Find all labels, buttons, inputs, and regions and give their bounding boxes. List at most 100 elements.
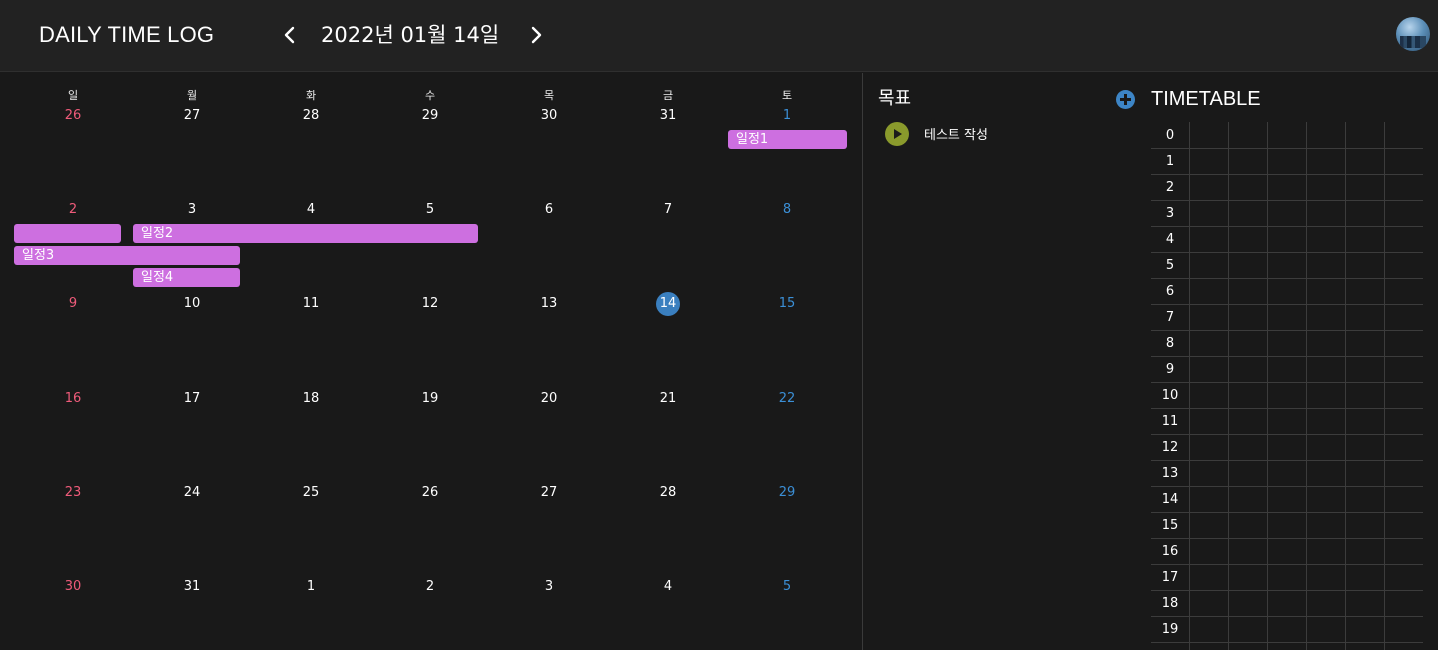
calendar-day[interactable]: 18: [291, 390, 331, 408]
calendar-day[interactable]: 2: [410, 578, 450, 596]
calendar-day[interactable]: 28: [291, 107, 331, 125]
timetable-hour-label: 7: [1165, 310, 1175, 325]
chevron-left-icon: [278, 20, 302, 50]
calendar-day[interactable]: 10: [172, 295, 212, 313]
today-date[interactable]: 14: [656, 292, 680, 316]
calendar-day[interactable]: 11: [291, 295, 331, 313]
calendar-day[interactable]: 28: [648, 484, 688, 502]
weekday-label: 토: [781, 89, 793, 102]
calendar-day[interactable]: 5: [410, 201, 450, 219]
timetable-hour-label: 11: [1161, 414, 1179, 429]
chevron-right-icon: [524, 20, 548, 50]
app-header: DAILY TIME LOG 2022년 01월 14일: [0, 0, 1438, 72]
timetable-column-line: [1345, 122, 1346, 650]
calendar-day[interactable]: 4: [648, 578, 688, 596]
timetable-row-line: [1151, 616, 1423, 617]
timetable-row-line: [1151, 460, 1423, 461]
calendar-day[interactable]: 19: [410, 390, 450, 408]
calendar-day[interactable]: 16: [53, 390, 93, 408]
timetable-hour-label: 18: [1161, 596, 1179, 611]
timetable-hour-label: 8: [1165, 336, 1175, 351]
calendar-day[interactable]: 22: [767, 390, 807, 408]
plus-circle-icon[interactable]: [1116, 90, 1135, 109]
calendar-day[interactable]: 7: [648, 201, 688, 219]
calendar-event[interactable]: 일정4: [133, 268, 240, 287]
calendar-day[interactable]: 17: [172, 390, 212, 408]
weekday-label: 월: [186, 89, 198, 102]
timetable-row-line: [1151, 564, 1423, 565]
next-day-button[interactable]: [524, 20, 548, 50]
prev-day-button[interactable]: [278, 20, 302, 50]
timetable-hour-label: 2: [1165, 180, 1175, 195]
calendar-day[interactable]: 27: [172, 107, 212, 125]
timetable-hour-label: 1: [1165, 154, 1175, 169]
timetable-hour-label: 19: [1161, 622, 1179, 637]
calendar-day[interactable]: 15: [767, 295, 807, 313]
timetable-row-line: [1151, 148, 1423, 149]
timetable-hour-label: 4: [1165, 232, 1175, 247]
timetable-column-line: [1189, 122, 1190, 650]
calendar-day[interactable]: 1: [291, 578, 331, 596]
weekday-label: 수: [424, 89, 436, 102]
goal-label: 테스트 작성: [924, 128, 988, 143]
timetable-column-line: [1267, 122, 1268, 650]
calendar-day[interactable]: 4: [291, 201, 331, 219]
timetable-row-line: [1151, 278, 1423, 279]
weekday-label: 금: [662, 89, 674, 102]
calendar-day[interactable]: 5: [767, 578, 807, 596]
calendar-day[interactable]: 3: [172, 201, 212, 219]
calendar-day[interactable]: 6: [529, 201, 569, 219]
timetable-hour-label: 5: [1165, 258, 1175, 273]
timetable-grid: 0 1 2 3 4 5 6 7 8 9 10 11 12 13 14 15 16 17 18 19: [1151, 122, 1423, 650]
timetable-column-line: [1306, 122, 1307, 650]
calendar-day[interactable]: 1: [767, 107, 807, 125]
timetable-title: TIMETABLE: [1151, 88, 1261, 110]
calendar-day[interactable]: 3: [529, 578, 569, 596]
play-icon[interactable]: [885, 122, 909, 146]
calendar-day[interactable]: 24: [172, 484, 212, 502]
weekday-label: 일: [67, 89, 79, 102]
calendar-day[interactable]: 31: [648, 107, 688, 125]
calendar-day[interactable]: 26: [53, 107, 93, 125]
calendar-day[interactable]: 30: [529, 107, 569, 125]
timetable-hour-label: 13: [1161, 466, 1179, 481]
calendar-day[interactable]: 29: [410, 107, 450, 125]
timetable-hour-label: 10: [1161, 388, 1179, 403]
timetable-hour-label: 12: [1161, 440, 1179, 455]
timetable-row-line: [1151, 356, 1423, 357]
weekday-label: 목: [543, 89, 555, 102]
calendar-event[interactable]: 일정2: [133, 224, 478, 243]
calendar-day[interactable]: 30: [53, 578, 93, 596]
timetable-row-line: [1151, 408, 1423, 409]
timetable-row-line: [1151, 252, 1423, 253]
weekday-label: 화: [305, 89, 317, 102]
month-calendar: 일 월 화 수 목 금 토 26 27 28 29 30 31 1 2 3 4 5 6 7 8 9 10 11 12 13 14 15…: [0, 73, 862, 650]
calendar-day[interactable]: 2: [53, 201, 93, 219]
calendar-event[interactable]: [14, 224, 121, 243]
calendar-day[interactable]: 20: [529, 390, 569, 408]
panel-divider: [862, 73, 863, 650]
calendar-day[interactable]: 8: [767, 201, 807, 219]
timetable-row-line: [1151, 642, 1423, 643]
user-avatar[interactable]: [1396, 17, 1430, 51]
calendar-event[interactable]: 일정3: [14, 246, 240, 265]
timetable-row-line: [1151, 538, 1423, 539]
calendar-day[interactable]: 9: [53, 295, 93, 313]
calendar-event[interactable]: 일정1: [728, 130, 847, 149]
goals-title: 목표: [878, 88, 912, 109]
timetable-column-line: [1228, 122, 1229, 650]
calendar-day[interactable]: 21: [648, 390, 688, 408]
calendar-day[interactable]: 25: [291, 484, 331, 502]
timetable-hour-label: 0: [1165, 128, 1175, 143]
current-date: 2022년 01월 14일: [321, 23, 500, 47]
timetable-hour-label: 3: [1165, 206, 1175, 221]
calendar-day[interactable]: 29: [767, 484, 807, 502]
calendar-day[interactable]: 23: [53, 484, 93, 502]
calendar-day[interactable]: 31: [172, 578, 212, 596]
timetable-hour-label: 15: [1161, 518, 1179, 533]
calendar-day[interactable]: 26: [410, 484, 450, 502]
calendar-day[interactable]: 12: [410, 295, 450, 313]
calendar-day[interactable]: 13: [529, 295, 569, 313]
calendar-day[interactable]: 27: [529, 484, 569, 502]
timetable-row-line: [1151, 330, 1423, 331]
